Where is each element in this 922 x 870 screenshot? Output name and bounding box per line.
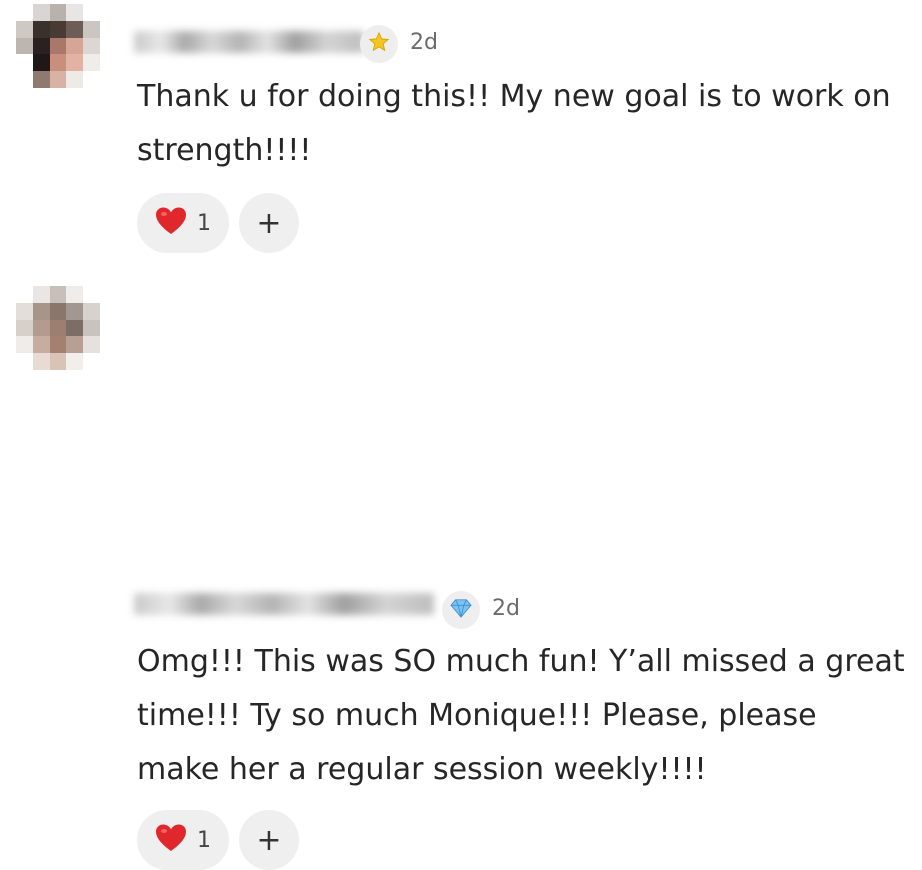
reaction-pill[interactable]: 1 bbox=[137, 193, 229, 253]
author-name[interactable] bbox=[134, 31, 364, 53]
timestamp: 2d bbox=[410, 30, 438, 55]
reaction-count: 1 bbox=[197, 827, 211, 853]
badge bbox=[360, 25, 398, 63]
avatar[interactable] bbox=[16, 286, 100, 370]
comment-text: Thank u for doing this!! My new goal is … bbox=[137, 79, 891, 168]
author-name[interactable] bbox=[134, 593, 434, 615]
heart-icon bbox=[155, 206, 187, 240]
star-icon bbox=[368, 31, 390, 57]
heart-icon bbox=[155, 823, 187, 857]
comment-item: 2d Thank u for doing this!! My new goal … bbox=[0, 0, 922, 280]
timestamp: 2d bbox=[492, 596, 520, 621]
add-reaction-button[interactable]: + bbox=[239, 810, 299, 870]
reaction-count: 1 bbox=[197, 210, 211, 236]
avatar[interactable] bbox=[16, 4, 100, 88]
comment-item: 2d Omg!!! This was SO much fun! Y’all mi… bbox=[0, 282, 922, 870]
comment-text: Omg!!! This was SO much fun! Y’all misse… bbox=[137, 644, 905, 787]
diamond-icon bbox=[450, 598, 472, 622]
add-reaction-button[interactable]: + bbox=[239, 193, 299, 253]
badge bbox=[442, 591, 480, 629]
reaction-pill[interactable]: 1 bbox=[137, 810, 229, 870]
